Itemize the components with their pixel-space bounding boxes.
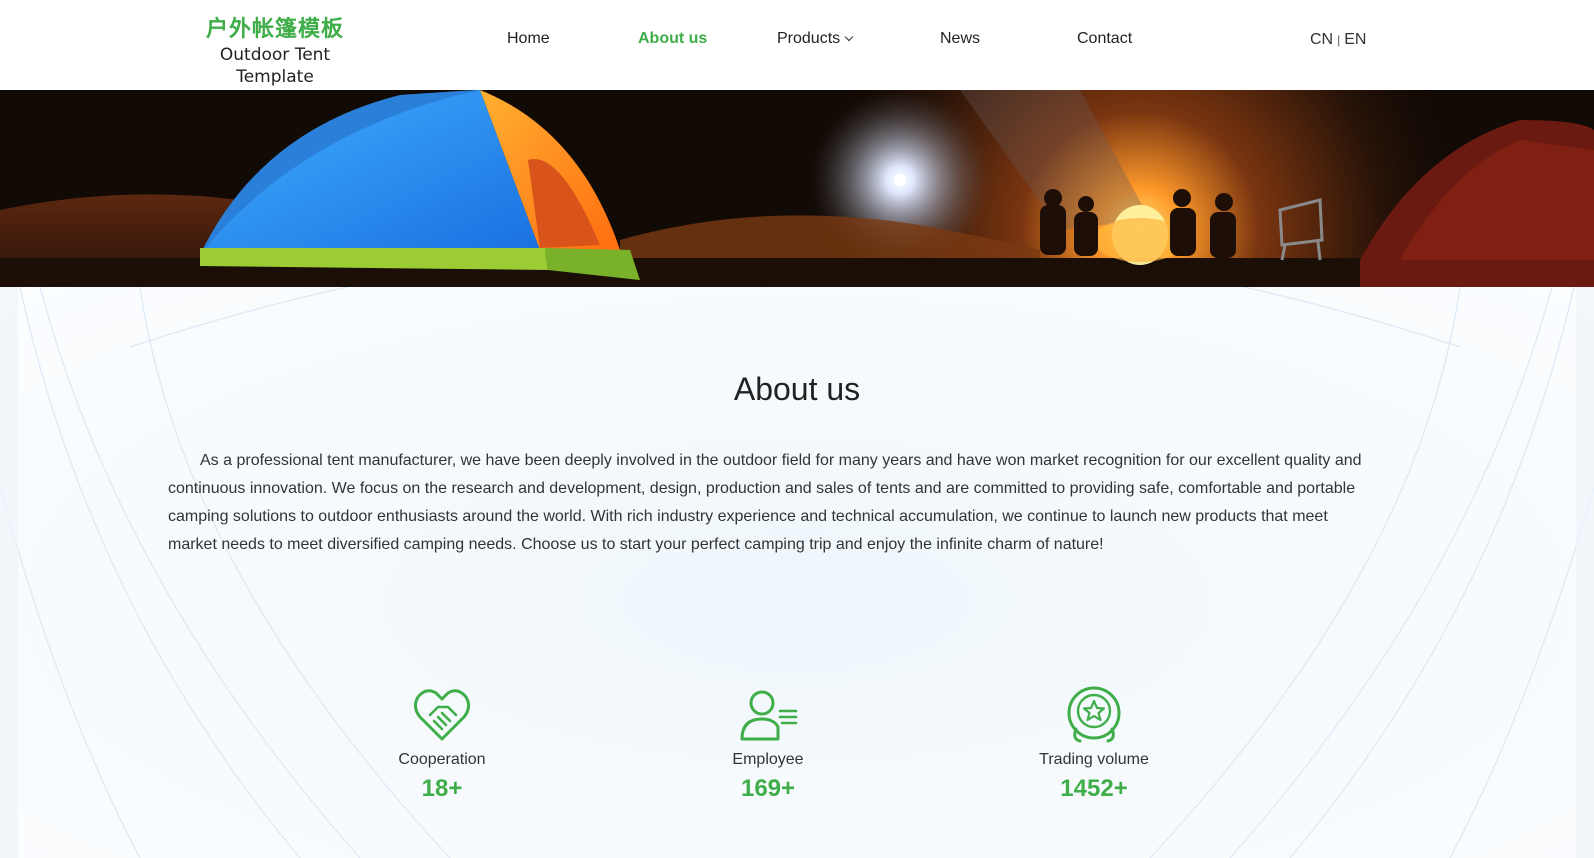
stat-cooperation: Cooperation 18+: [342, 685, 542, 803]
campfire-tent-scene: [0, 90, 1594, 287]
about-title: About us: [733, 371, 861, 407]
stat-value: 1452+: [1060, 775, 1128, 802]
language-switcher: CN | EN: [1310, 31, 1366, 49]
header: 户外帐篷模板 Outdoor Tent Template Home About …: [0, 0, 1594, 90]
stat-label: Trading volume: [1039, 751, 1149, 768]
handshake-heart-icon: [413, 689, 471, 741]
logo-english-title: Outdoor Tent Template: [219, 45, 331, 87]
stat-trading-volume: Trading volume 1452+: [994, 685, 1194, 803]
stat-value: 18+: [421, 775, 463, 802]
lang-en[interactable]: EN: [1344, 31, 1366, 48]
about-description: As a professional tent manufacturer, we …: [168, 452, 1362, 553]
logo-chinese-title: 户外帐篷模板: [205, 17, 344, 42]
about-section: About us As a professional tent manufact…: [0, 287, 1594, 858]
nav-about-us[interactable]: About us: [638, 30, 707, 48]
chevron-down-icon: [844, 32, 854, 42]
lang-separator: |: [1337, 33, 1341, 47]
user-list-icon: [740, 690, 798, 741]
stat-value: 169+: [740, 775, 796, 802]
logo[interactable]: 户外帐篷模板 Outdoor Tent Template: [180, 16, 370, 88]
lang-cn[interactable]: CN: [1310, 31, 1333, 48]
nav-products-label: Products: [777, 30, 841, 47]
nav-news[interactable]: News: [940, 30, 980, 48]
nav-products[interactable]: Products: [777, 30, 854, 48]
stat-employee: Employee 169+: [668, 685, 868, 803]
stat-label: Cooperation: [398, 751, 486, 768]
stat-label: Employee: [732, 751, 804, 768]
star-badge-icon: [1067, 686, 1121, 743]
hero-banner-image: [0, 90, 1594, 287]
nav-home[interactable]: Home: [507, 30, 550, 48]
nav-contact[interactable]: Contact: [1077, 30, 1132, 48]
